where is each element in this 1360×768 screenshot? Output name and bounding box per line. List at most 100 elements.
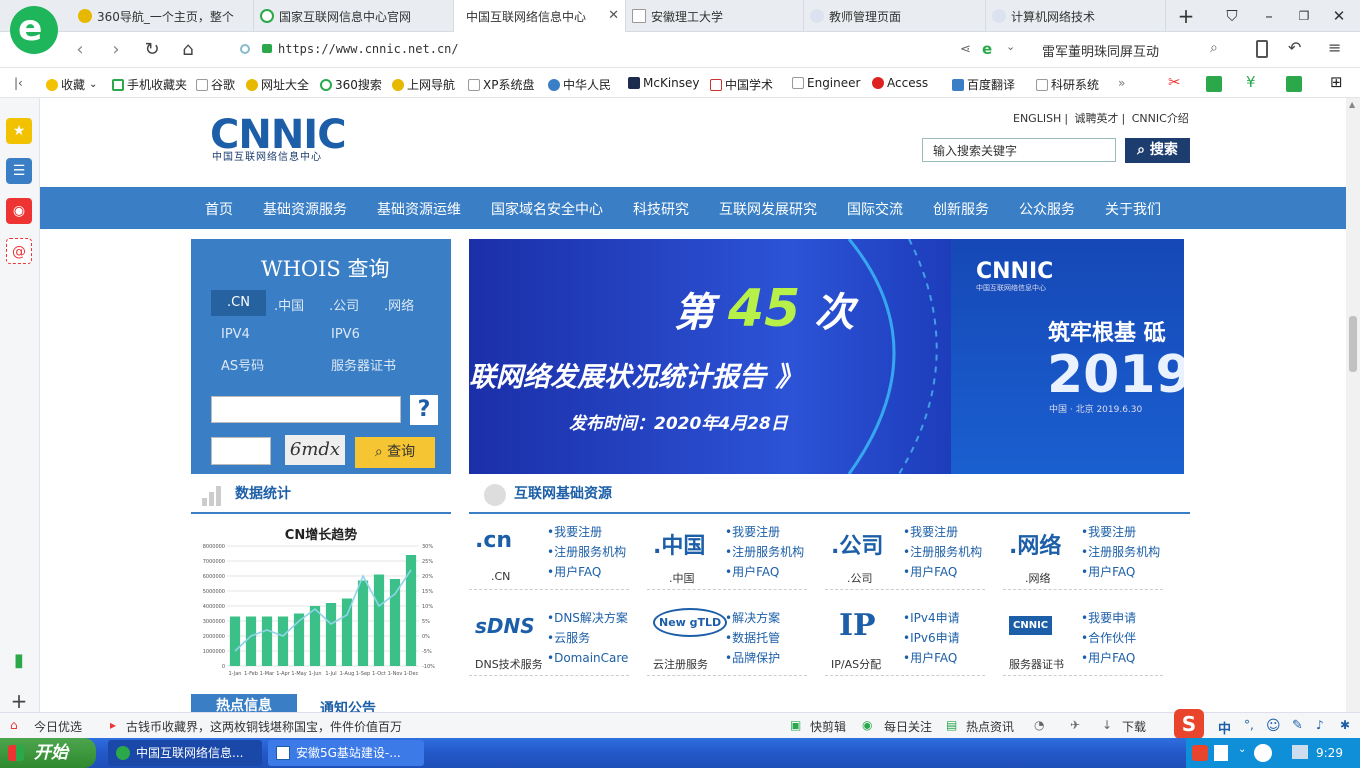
taskbar-item-browser[interactable]: 中国互联网络信息... [108,740,262,766]
nav-home[interactable]: 首页 [205,199,233,219]
bookmark-favorites[interactable]: 收藏 ⌄ [46,76,97,93]
url-input[interactable]: https://www.cnnic.net.cn/ [278,42,459,56]
undo-icon[interactable]: ↶ [1288,38,1301,57]
resource-link[interactable]: DomainCare [547,648,628,668]
collapse-icon[interactable]: |‹ [14,76,23,90]
link-about-cnnic[interactable]: CNNIC介绍 [1132,112,1189,125]
back-icon[interactable]: ‹ [68,38,92,62]
resource-link[interactable]: 用户FAQ [725,562,804,582]
gift-icon[interactable]: ⌂ [10,718,18,732]
resource-logo[interactable]: IP [839,608,876,643]
resource-link[interactable]: 数据托管 [725,628,780,648]
translate-icon[interactable] [1206,76,1225,92]
network-icon[interactable] [1292,745,1308,759]
status-download[interactable]: 下载 [1122,718,1146,735]
nav-public[interactable]: 公众服务 [1019,199,1075,219]
bookmark-web-nav[interactable]: 上网导航 [392,76,455,93]
phone-icon[interactable] [1256,40,1268,58]
whois-option-cn[interactable]: .CN [211,290,266,316]
cn-growth-chart[interactable]: CN增长趋势 8000000 7000000 6000000 5000000 40000… [191,518,451,688]
chevron-up-icon[interactable]: ▲ [1349,100,1355,109]
game-icon[interactable] [1286,76,1305,92]
status-today-picks[interactable]: 今日优选 [34,718,82,735]
ime-mode-chinese[interactable]: 中 [1218,718,1231,737]
scissors-icon[interactable]: ✂ [1168,73,1181,91]
resource-link[interactable]: 我要注册 [547,522,626,542]
close-window-icon[interactable]: ✕ [1326,4,1352,28]
resource-link[interactable]: 注册服务机构 [1081,542,1160,562]
speed-icon[interactable]: ◔ [1034,718,1044,732]
report-banner[interactable]: 第 45 次 联网络发展状况统计报告 》 发布时间：2020年4月28日 CNN… [469,239,1184,474]
download-icon[interactable]: ↓ [1102,718,1112,732]
resource-link[interactable]: 注册服务机构 [547,542,626,562]
resource-link[interactable]: 品牌保护 [725,648,780,668]
mail-icon[interactable]: @ [6,238,32,264]
star-icon[interactable]: ★ [6,118,32,144]
engine-icon[interactable]: e [982,40,992,58]
shirt-icon[interactable]: ⛉ [1219,4,1245,28]
nav-innovation[interactable]: 创新服务 [933,199,989,219]
sogou-ime-icon[interactable]: S [1174,709,1204,739]
nav-internet-dev[interactable]: 互联网发展研究 [719,199,817,219]
resource-link[interactable]: 用户FAQ [1081,648,1136,668]
resource-logo[interactable]: .公司 [831,528,883,560]
taskbar-item-word[interactable]: 安徽5G基站建设-... [268,740,424,766]
chevron-down-icon[interactable]: ⌄ [1238,744,1246,755]
resource-link[interactable]: 用户FAQ [903,648,960,668]
nav-resource-ops[interactable]: 基础资源运维 [377,199,461,219]
tools-icon[interactable]: ✱ [1340,718,1350,732]
resource-link[interactable]: 云服务 [547,628,628,648]
forward-icon[interactable]: › [104,38,128,62]
pin-icon[interactable]: ✈ [1070,718,1080,732]
restore-icon[interactable]: ❐ [1291,4,1317,28]
whois-option-cert[interactable]: 服务器证书 [331,355,396,374]
resource-logo[interactable]: New gTLD [653,608,728,637]
resource-link[interactable]: 合作伙伴 [1081,628,1136,648]
ime-punct-icon[interactable]: °, [1244,718,1254,732]
bookmark-mckinsey[interactable]: McKinsey [628,76,700,90]
whois-option-ipv4[interactable]: IPV4 [221,327,250,342]
list-icon[interactable]: ☰ [6,158,32,184]
nav-about[interactable]: 关于我们 [1105,199,1161,219]
resource-logo[interactable]: CNNIC [1009,616,1053,635]
tab-cnnic-official[interactable]: 国家互联网信息中心官网 [254,0,454,32]
site-info-icon[interactable] [240,44,250,54]
status-hot-news[interactable]: 热点资讯 [966,718,1014,735]
minimize-icon[interactable]: – [1256,4,1282,28]
resource-link[interactable]: IPv4申请 [903,608,960,628]
bookmark-baidu-translate[interactable]: 百度翻译 [952,76,1015,93]
bookmark-xp[interactable]: XP系统盘 [468,76,534,93]
help-tray-icon[interactable] [1214,745,1228,761]
refresh-icon[interactable]: ↻ [140,38,164,62]
whois-query-input[interactable] [211,396,401,423]
bookmark-mobile[interactable]: 手机收藏夹 [112,76,187,93]
tab-notice[interactable]: 通知公告 [320,698,376,712]
search-input[interactable]: 雷军董明珠同屏互动 [1036,38,1232,62]
bookmark-research[interactable]: 科研系统 [1036,76,1099,93]
new-tab-icon[interactable]: + [1173,4,1199,28]
status-daily-focus[interactable]: 每日关注 [884,718,932,735]
tab-hot-info[interactable]: 热点信息 [191,694,297,712]
link-english[interactable]: ENGLISH [1013,112,1061,125]
whois-option-ipv6[interactable]: IPV6 [331,327,360,342]
scrollbar-thumb[interactable] [1349,316,1357,372]
bookmark-engineer[interactable]: Engineer [792,76,860,90]
pen-icon[interactable]: ✎ [1292,718,1303,733]
resource-logo[interactable]: .cn [475,528,512,553]
tab-aust[interactable]: 安徽理工大学 [626,0,804,32]
close-icon[interactable]: ✕ [608,8,619,23]
nav-research[interactable]: 科技研究 [633,199,689,219]
menu-icon[interactable]: ≡ [1328,38,1341,57]
whois-option-zhongguo[interactable]: .中国 [274,295,304,314]
sogou-tray-icon[interactable] [1192,745,1208,761]
resource-link[interactable]: 注册服务机构 [903,542,982,562]
mic-icon[interactable]: ♪ [1316,718,1324,732]
bookmark-zhonghua[interactable]: 中华人民 [548,76,611,93]
whois-query-button[interactable]: ⌕ 查询 [355,437,435,468]
page-scrollbar[interactable]: ▲ [1346,98,1360,712]
captcha-input[interactable] [211,437,271,465]
help-icon[interactable]: ? [410,395,438,425]
status-quick-edit[interactable]: 快剪辑 [810,718,846,735]
bookmark-access[interactable]: Access [872,76,928,90]
resource-link[interactable]: DNS解决方案 [547,608,628,628]
